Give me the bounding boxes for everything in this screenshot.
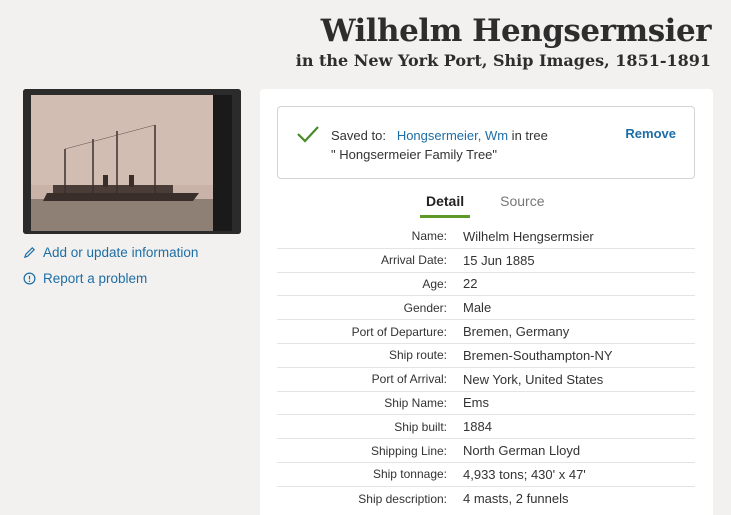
alert-circle-icon	[23, 272, 36, 284]
report-problem-link[interactable]: Report a problem	[23, 268, 198, 288]
detail-table: Name: Wilhelm Hengsermsier Arrival Date: 1…	[277, 225, 695, 511]
detail-label: Name:	[411, 229, 447, 244]
detail-label: Ship tonnage:	[372, 467, 447, 482]
detail-value: 4,933 tons; 430' x 47'	[463, 466, 586, 482]
checkmark-icon	[297, 126, 319, 143]
detail-label: Ship route:	[388, 348, 447, 363]
detail-value: 15 Jun 1885	[463, 252, 535, 268]
tab-source[interactable]: Source	[494, 189, 550, 218]
detail-label: Ship description:	[358, 491, 447, 506]
page-subtitle: in the New York Port, Ship Images, 1851-…	[295, 51, 711, 70]
tab-detail[interactable]: Detail	[420, 189, 471, 218]
ship-image	[23, 89, 241, 234]
pencil-icon	[23, 246, 35, 258]
saved-to-tree-box: Saved to: Hongsermeier, Wm in tree " Hon…	[277, 106, 695, 179]
detail-row: Port of Arrival: New York, United States	[277, 368, 695, 392]
detail-value: North German Lloyd	[463, 443, 581, 459]
detail-row: Ship route: Bremen-Southampton-NY	[277, 344, 695, 368]
saved-to-prefix: Saved to:	[331, 128, 386, 143]
detail-label: Ship built:	[394, 419, 447, 434]
detail-row: Gender: Male	[277, 296, 695, 321]
add-update-info-link[interactable]: Add or update information	[23, 242, 198, 262]
detail-label: Shipping Line:	[370, 443, 447, 458]
detail-value: 1884	[463, 419, 492, 435]
page-title: Wilhelm Hengsermsier	[320, 13, 712, 49]
detail-label: Arrival Date:	[380, 253, 447, 268]
remove-button[interactable]: Remove	[625, 126, 676, 141]
detail-row: Shipping Line: North German Lloyd	[277, 439, 695, 463]
detail-row: Ship built: 1884	[277, 415, 695, 440]
detail-label: Age:	[422, 276, 447, 291]
saved-to-text: Saved to: Hongsermeier, Wm in tree " Hon…	[331, 126, 551, 164]
page-header: Wilhelm Hengsermsier in the New York Por…	[295, 12, 712, 72]
detail-row: Name: Wilhelm Hengsermsier	[277, 225, 695, 249]
detail-row: Age: 22	[277, 273, 695, 297]
record-card: Saved to: Hongsermeier, Wm in tree " Hon…	[260, 89, 713, 515]
detail-value: Wilhelm Hengsermsier	[463, 228, 594, 244]
detail-value: Male	[463, 300, 492, 316]
detail-label: Port of Departure:	[351, 324, 447, 339]
detail-value: Bremen, Germany	[463, 324, 570, 340]
detail-row: Ship tonnage: 4,933 tons; 430' x 47'	[277, 463, 695, 487]
report-problem-label: Report a problem	[43, 270, 148, 286]
detail-row: Ship Name: Ems	[277, 392, 695, 416]
detail-value: Ems	[463, 395, 489, 411]
detail-value: Bremen-Southampton-NY	[463, 347, 613, 363]
add-update-info-label: Add or update information	[43, 244, 199, 260]
detail-label: Ship Name:	[384, 395, 447, 410]
detail-row: Ship description: 4 masts, 2 funnels	[277, 487, 695, 511]
detail-row: Port of Departure: Bremen, Germany	[277, 320, 695, 344]
record-tabs: Detail Source	[420, 189, 550, 218]
saved-person-link[interactable]: Hongsermeier, Wm	[397, 128, 508, 143]
detail-row: Arrival Date: 15 Jun 1885	[277, 249, 695, 273]
detail-label: Gender:	[403, 300, 447, 315]
side-links: Add or update information Report a probl…	[23, 242, 198, 294]
saved-tree-name: Hongsermeier Family Tree"	[339, 147, 498, 162]
detail-value: New York, United States	[463, 371, 604, 387]
detail-label: Port of Arrival:	[371, 372, 447, 387]
detail-value: 4 masts, 2 funnels	[463, 491, 569, 507]
ship-photo[interactable]	[23, 89, 241, 234]
detail-value: 22	[463, 276, 478, 292]
